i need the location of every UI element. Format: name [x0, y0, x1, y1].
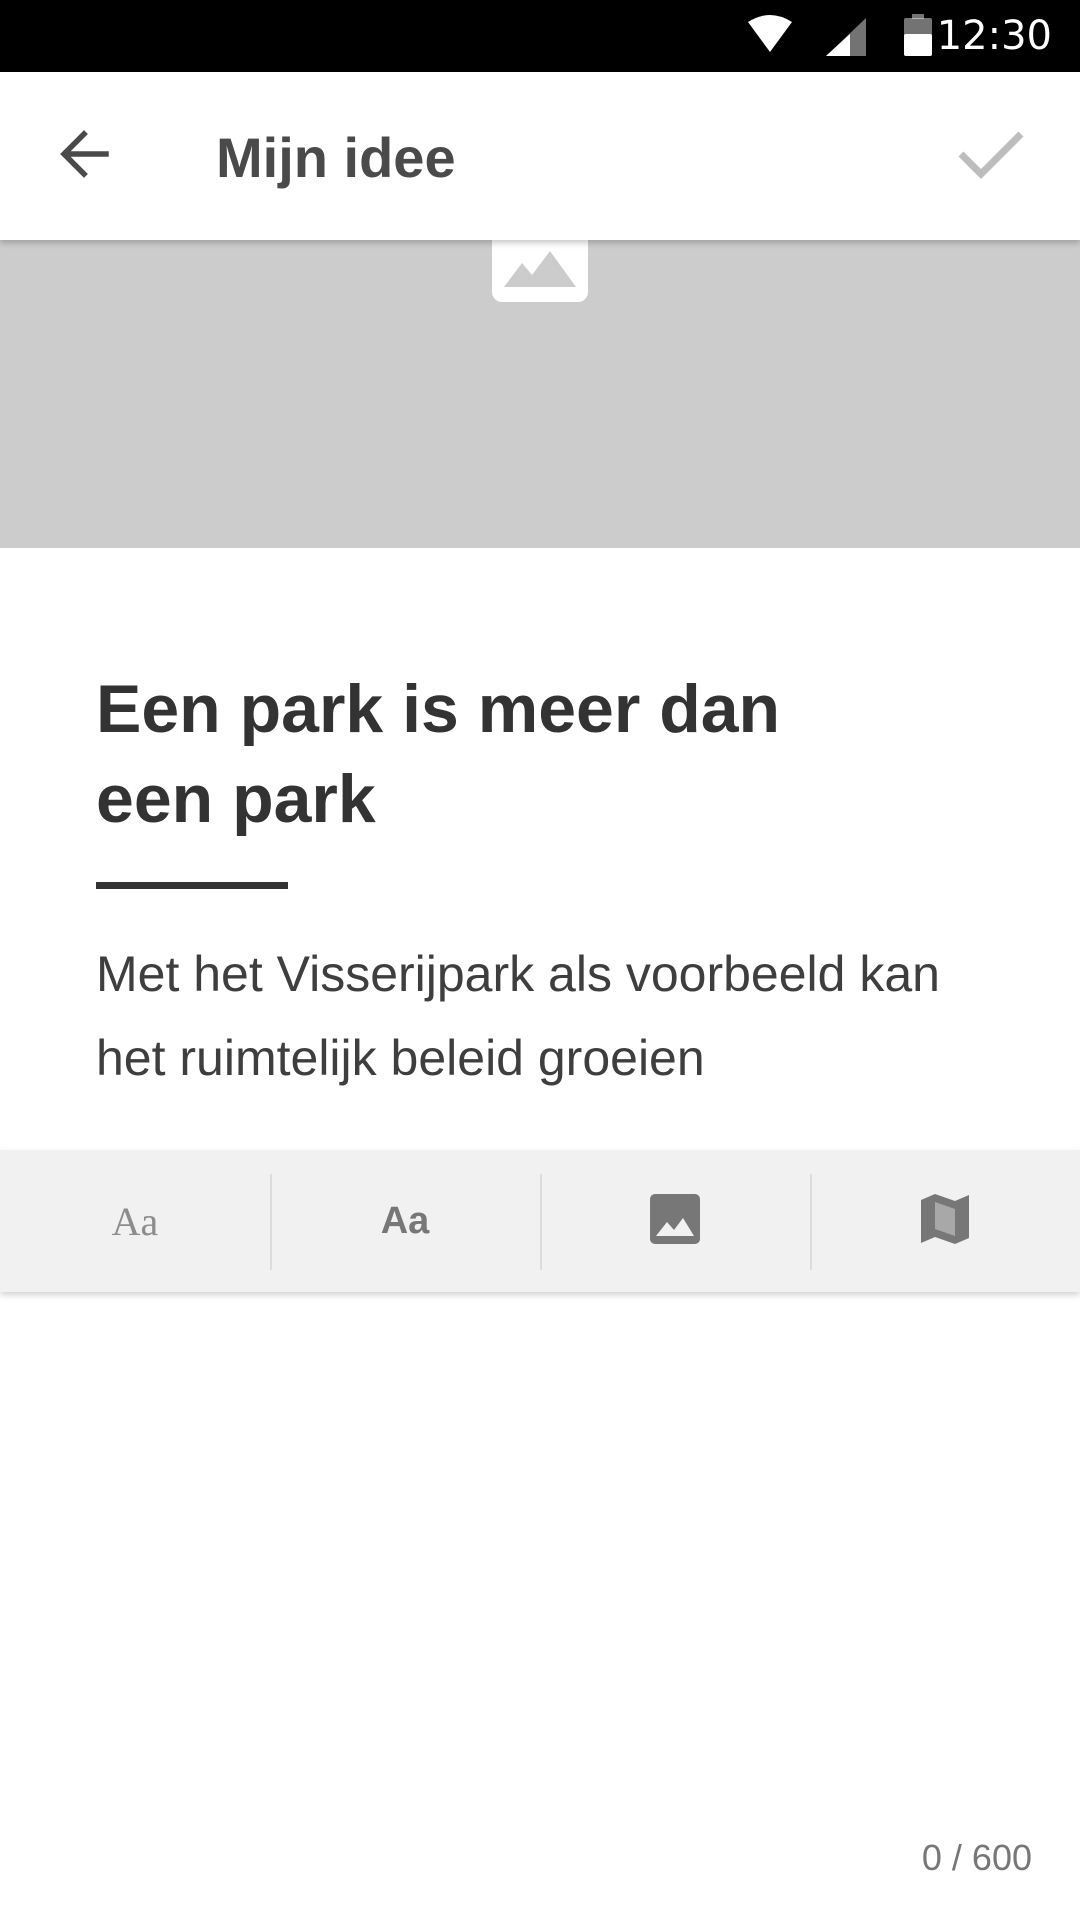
check-icon: [957, 126, 1025, 187]
title-divider: [96, 882, 288, 889]
confirm-button[interactable]: [946, 116, 1036, 196]
cell-signal-icon: [826, 18, 866, 61]
serif-text-button[interactable]: Aa: [0, 1150, 270, 1292]
image-icon: [650, 1193, 700, 1249]
image-placeholder-icon: [504, 250, 576, 292]
add-cover-image-button[interactable]: [492, 240, 588, 302]
idea-title[interactable]: Een park is meer dan een park: [96, 664, 856, 844]
sans-text-icon: Aa: [380, 1199, 430, 1242]
map-icon: [921, 1193, 969, 1249]
idea-subtitle[interactable]: Met het Visserijpark als voorbeeld kan h…: [96, 932, 976, 1100]
insert-image-button[interactable]: [540, 1150, 810, 1292]
serif-text-icon: Aa: [111, 1198, 159, 1244]
arrow-back-icon: [56, 126, 112, 187]
back-button[interactable]: [44, 116, 124, 196]
formatting-toolbar: Aa Aa: [0, 1150, 1080, 1292]
wifi-icon: [748, 14, 792, 59]
insert-map-button[interactable]: [810, 1150, 1080, 1292]
page-title: Mijn idee: [216, 126, 456, 189]
status-bar: 12:30: [0, 0, 1080, 72]
status-time: 12:30: [936, 13, 1052, 59]
cover-image-area[interactable]: [0, 240, 1080, 548]
sans-text-button[interactable]: Aa: [270, 1150, 540, 1292]
battery-icon: [904, 14, 932, 61]
character-counter: 0 / 600: [921, 1837, 1032, 1878]
app-bar: Mijn idee: [0, 72, 1080, 240]
screen: 12:30 Mijn idee Een park is meer dan een…: [0, 0, 1080, 1920]
